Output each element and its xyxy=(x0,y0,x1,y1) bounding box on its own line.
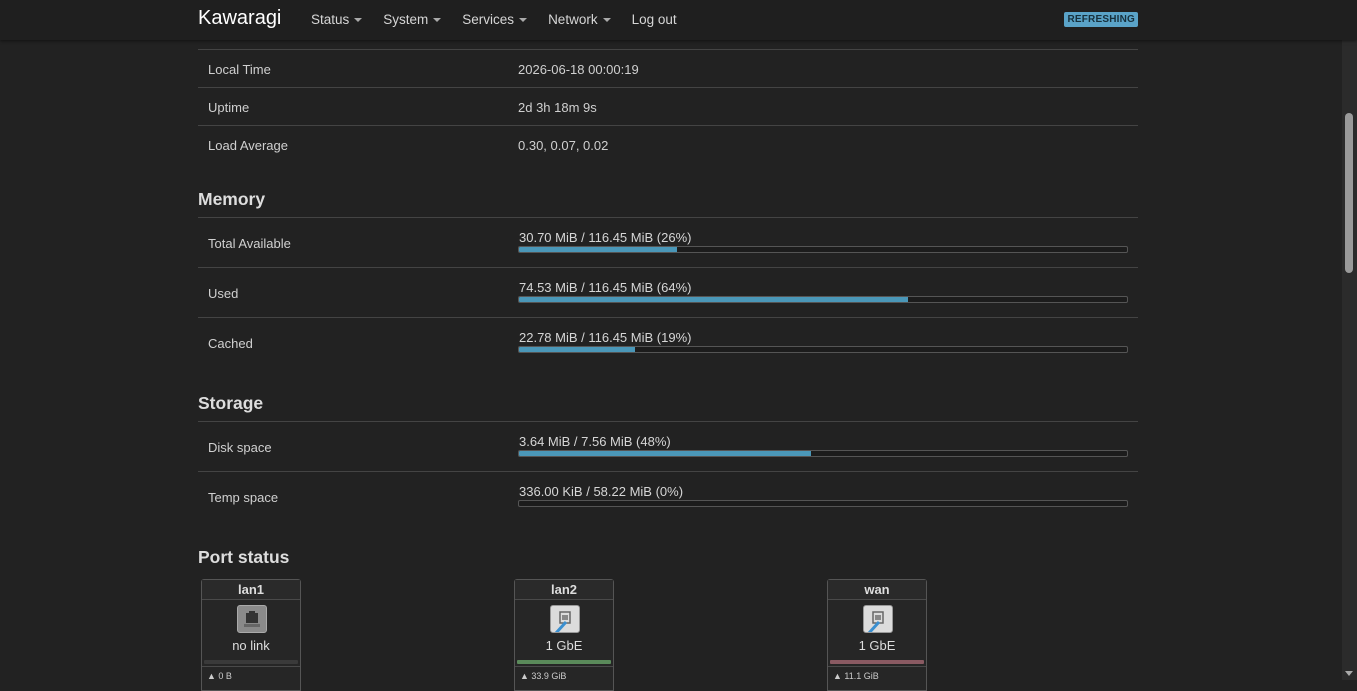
menu-status[interactable]: Status xyxy=(311,12,363,27)
port-status-section-title: Port status xyxy=(198,547,290,567)
mem-total-text: 30.70 MiB / 116.45 MiB (26%) xyxy=(519,230,692,245)
temp-space-row: Temp space 336.00 KiB / 58.22 MiB (0%) xyxy=(198,471,1138,522)
scrollbar-thumb[interactable] xyxy=(1345,113,1353,273)
load-average-row: Load Average 0.30, 0.07, 0.02 xyxy=(198,125,1138,164)
disk-space-row: Disk space 3.64 MiB / 7.56 MiB (48%) xyxy=(198,421,1138,472)
menu-services-label: Services xyxy=(462,12,515,27)
port-wan-speed: 1 GbE xyxy=(858,638,896,653)
memory-section-title: Memory xyxy=(198,189,266,209)
mem-used-bar xyxy=(518,296,1128,303)
navbar-inner: Kawaragi Status System Services Network … xyxy=(198,0,1138,40)
disk-space-label: Disk space xyxy=(208,440,272,455)
mem-total-bar xyxy=(518,246,1128,253)
menu-status-label: Status xyxy=(311,12,350,27)
local-time-row: Local Time 2026-06-18 00:00:19 xyxy=(198,49,1138,88)
port-wan-status-line xyxy=(830,660,924,664)
menu-network-label: Network xyxy=(548,12,598,27)
menu-system-label: System xyxy=(383,12,429,27)
mem-cached-bar xyxy=(518,346,1128,353)
disk-space-bar-fill xyxy=(519,451,811,456)
storage-section-title: Storage xyxy=(198,393,264,413)
scroll-down-arrow-icon[interactable] xyxy=(1345,671,1353,676)
disk-space-bar xyxy=(518,450,1128,457)
mem-total-row: Total Available 30.70 MiB / 116.45 MiB (… xyxy=(198,217,1138,268)
ethernet-port-icon xyxy=(237,605,267,633)
chevron-down-icon xyxy=(354,18,363,23)
load-average-label: Load Average xyxy=(208,138,288,153)
mem-used-label: Used xyxy=(208,286,239,301)
local-time-label: Local Time xyxy=(208,62,271,77)
temp-space-label: Temp space xyxy=(208,490,279,505)
menu-system[interactable]: System xyxy=(383,12,442,27)
top-navbar: Kawaragi Status System Services Network … xyxy=(0,0,1357,40)
port-lan2-speed: 1 GbE xyxy=(545,638,583,653)
port-lan2: lan2 1 GbE ▲ 33.9 GiB xyxy=(514,579,614,691)
ethernet-connected-icon xyxy=(863,605,893,635)
brand-logo[interactable]: Kawaragi xyxy=(198,7,281,30)
port-lan1-divider xyxy=(202,666,300,667)
load-average-value: 0.30, 0.07, 0.02 xyxy=(518,138,609,153)
uptime-value: 2d 3h 18m 9s xyxy=(518,100,597,115)
menu-services[interactable]: Services xyxy=(462,12,528,27)
port-wan-name: wan xyxy=(828,580,926,600)
chevron-down-icon xyxy=(433,18,442,23)
disk-space-text: 3.64 MiB / 7.56 MiB (48%) xyxy=(519,434,671,449)
main-menu: Status System Services Network Log out xyxy=(311,12,698,27)
menu-network[interactable]: Network xyxy=(548,12,611,27)
port-lan2-status-line xyxy=(517,660,611,664)
mem-total-bar-fill xyxy=(519,247,678,252)
mem-cached-bar-fill xyxy=(519,347,635,352)
uptime-row: Uptime 2d 3h 18m 9s xyxy=(198,87,1138,126)
temp-space-text: 336.00 KiB / 58.22 MiB (0%) xyxy=(519,484,684,499)
port-lan1-status-line xyxy=(204,660,298,664)
temp-space-bar xyxy=(518,500,1128,507)
port-wan: wan 1 GbE ▲ 11.1 GiB xyxy=(827,579,927,691)
mem-total-label: Total Available xyxy=(208,236,291,251)
uptime-label: Uptime xyxy=(208,100,250,115)
mem-cached-row: Cached 22.78 MiB / 116.45 MiB (19%) xyxy=(198,317,1138,368)
local-time-value: 2026-06-18 00:00:19 xyxy=(518,62,639,77)
ethernet-connected-icon xyxy=(550,605,580,635)
refreshing-badge[interactable]: REFRESHING xyxy=(1064,12,1138,27)
port-lan2-divider xyxy=(515,666,613,667)
mem-cached-text: 22.78 MiB / 116.45 MiB (19%) xyxy=(519,330,692,345)
port-wan-divider xyxy=(828,666,926,667)
mem-cached-label: Cached xyxy=(208,336,253,351)
page-scrollbar[interactable] xyxy=(1342,0,1357,680)
port-lan1: lan1 no link ▲ 0 B xyxy=(201,579,301,691)
port-lan2-name: lan2 xyxy=(515,580,613,600)
mem-used-bar-fill xyxy=(519,297,909,302)
chevron-down-icon xyxy=(519,18,528,23)
port-lan1-speed: no link xyxy=(232,638,270,653)
mem-used-row: Used 74.53 MiB / 116.45 MiB (64%) xyxy=(198,267,1138,318)
menu-logout[interactable]: Log out xyxy=(632,12,677,27)
chevron-down-icon xyxy=(602,18,611,23)
menu-logout-label: Log out xyxy=(631,12,677,27)
mem-used-text: 74.53 MiB / 116.45 MiB (64%) xyxy=(519,280,692,295)
port-lan1-name: lan1 xyxy=(202,580,300,600)
